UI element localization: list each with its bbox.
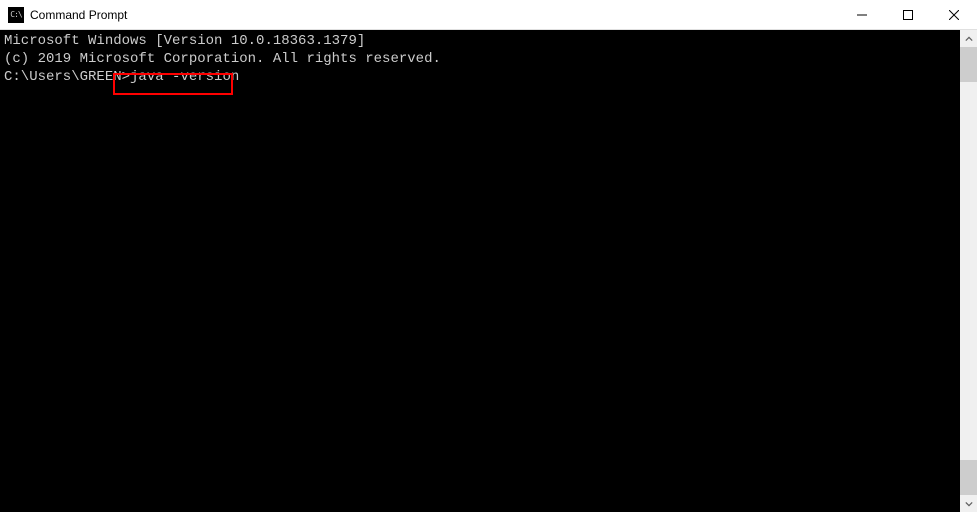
terminal-command: java -version [130,69,239,85]
scroll-down-button[interactable] [960,495,977,512]
vertical-scrollbar[interactable] [960,30,977,512]
titlebar: C:\ Command Prompt [0,0,977,30]
terminal-container: Microsoft Windows [Version 10.0.18363.13… [0,30,977,512]
scrollbar-track[interactable] [960,47,977,495]
close-icon [949,10,959,20]
terminal-prompt: C:\Users\GREEN> [4,69,130,85]
scrollbar-thumb[interactable] [960,47,977,82]
scroll-up-button[interactable] [960,30,977,47]
cmd-icon: C:\ [8,7,24,23]
scrollbar-thumb[interactable] [960,460,977,495]
maximize-icon [903,10,913,20]
maximize-button[interactable] [885,0,931,29]
terminal-output-line: Microsoft Windows [Version 10.0.18363.13… [4,32,956,50]
terminal-output-line: (c) 2019 Microsoft Corporation. All righ… [4,50,956,68]
close-button[interactable] [931,0,977,29]
chevron-down-icon [965,500,973,508]
minimize-icon [857,10,867,20]
window-controls [839,0,977,29]
cmd-icon-glyph: C:\ [10,11,21,19]
terminal[interactable]: Microsoft Windows [Version 10.0.18363.13… [0,30,960,512]
chevron-up-icon [965,35,973,43]
window-title: Command Prompt [30,8,839,22]
minimize-button[interactable] [839,0,885,29]
